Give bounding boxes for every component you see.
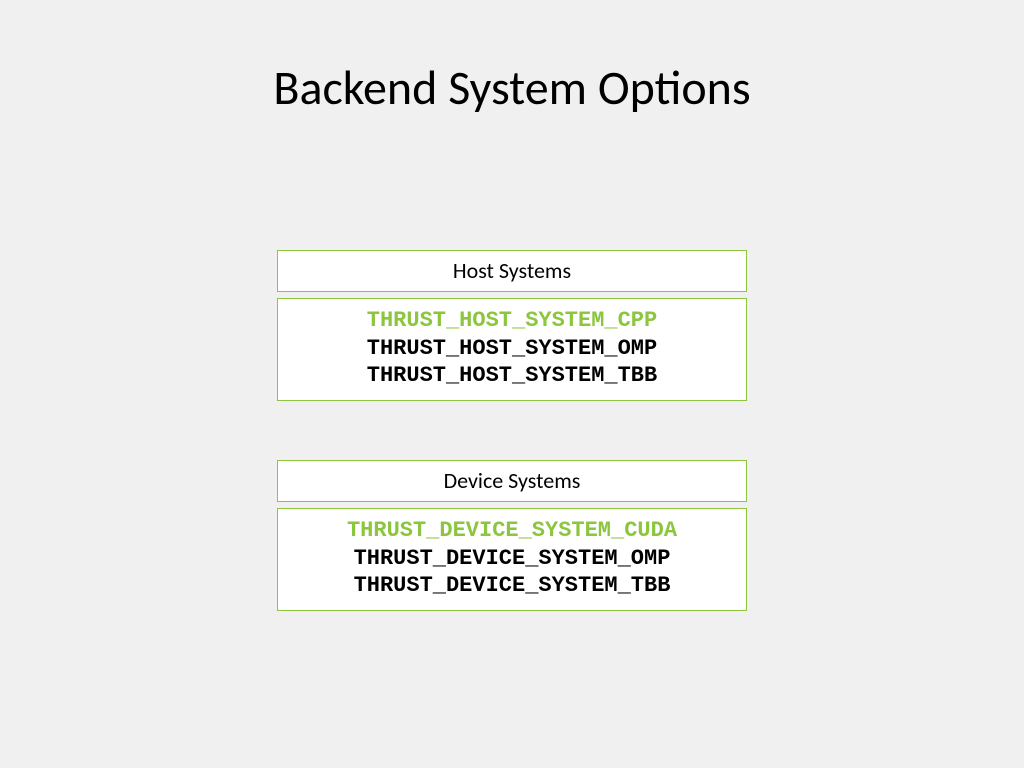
host-option: THRUST_HOST_SYSTEM_CPP bbox=[278, 307, 746, 335]
device-systems-header: Device Systems bbox=[277, 460, 747, 502]
device-option: THRUST_DEVICE_SYSTEM_CUDA bbox=[278, 517, 746, 545]
host-option: THRUST_HOST_SYSTEM_OMP bbox=[278, 335, 746, 363]
host-systems-header: Host Systems bbox=[277, 250, 747, 292]
host-systems-group: Host Systems THRUST_HOST_SYSTEM_CPP THRU… bbox=[277, 250, 747, 407]
host-option: THRUST_HOST_SYSTEM_TBB bbox=[278, 362, 746, 390]
device-option: THRUST_DEVICE_SYSTEM_OMP bbox=[278, 545, 746, 573]
device-systems-group: Device Systems THRUST_DEVICE_SYSTEM_CUDA… bbox=[277, 460, 747, 617]
device-systems-body: THRUST_DEVICE_SYSTEM_CUDA THRUST_DEVICE_… bbox=[277, 508, 747, 611]
host-systems-body: THRUST_HOST_SYSTEM_CPP THRUST_HOST_SYSTE… bbox=[277, 298, 747, 401]
slide: Backend System Options Host Systems THRU… bbox=[0, 0, 1024, 768]
slide-title: Backend System Options bbox=[0, 58, 1024, 117]
device-option: THRUST_DEVICE_SYSTEM_TBB bbox=[278, 572, 746, 600]
